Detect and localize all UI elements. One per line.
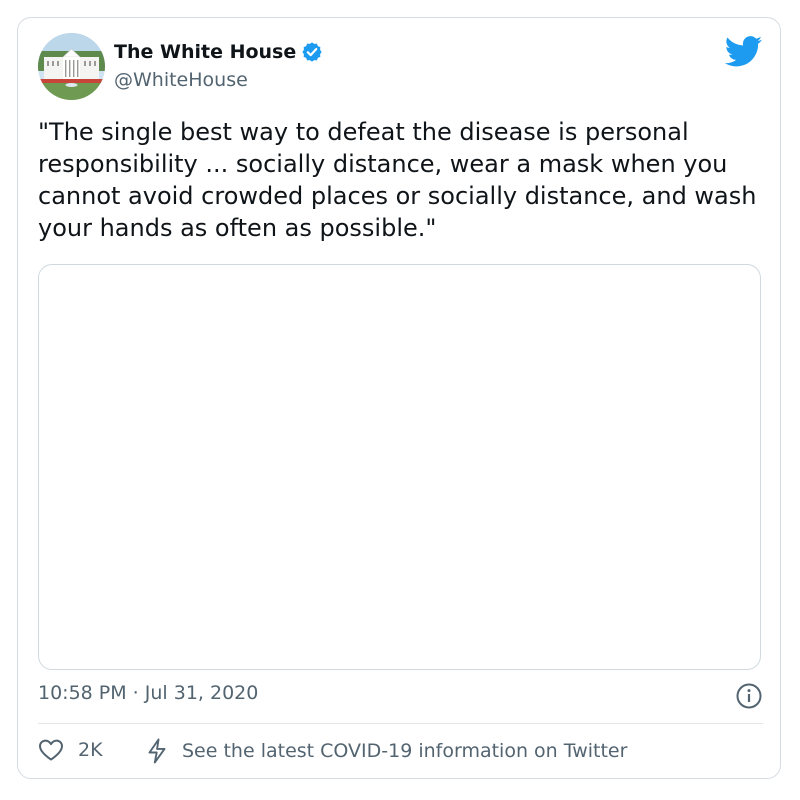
tweet-text: "The single best way to defeat the disea… xyxy=(38,118,765,242)
verified-badge-icon xyxy=(302,42,322,62)
info-icon[interactable] xyxy=(735,682,763,710)
covid-info-text: See the latest COVID-19 information on T… xyxy=(182,740,628,762)
like-button[interactable]: 2K xyxy=(38,738,103,762)
author-handle[interactable]: @WhiteHouse xyxy=(114,69,248,91)
avatar[interactable] xyxy=(38,33,105,100)
tweet-card[interactable]: The White House @WhiteHouse "The single … xyxy=(17,17,781,779)
tweet-media[interactable] xyxy=(38,264,761,670)
white-house-image xyxy=(38,33,105,100)
divider xyxy=(38,723,763,724)
lightning-bolt-icon xyxy=(148,738,166,764)
author-name[interactable]: The White House xyxy=(114,41,296,63)
author-row[interactable]: The White House xyxy=(114,41,323,63)
covid-info-link[interactable]: See the latest COVID-19 information on T… xyxy=(146,738,627,764)
like-count: 2K xyxy=(78,739,103,761)
heart-icon xyxy=(39,739,63,761)
twitter-bird-icon[interactable] xyxy=(725,36,763,67)
tweet-timestamp[interactable]: 10:58 PM · Jul 31, 2020 xyxy=(38,682,258,704)
